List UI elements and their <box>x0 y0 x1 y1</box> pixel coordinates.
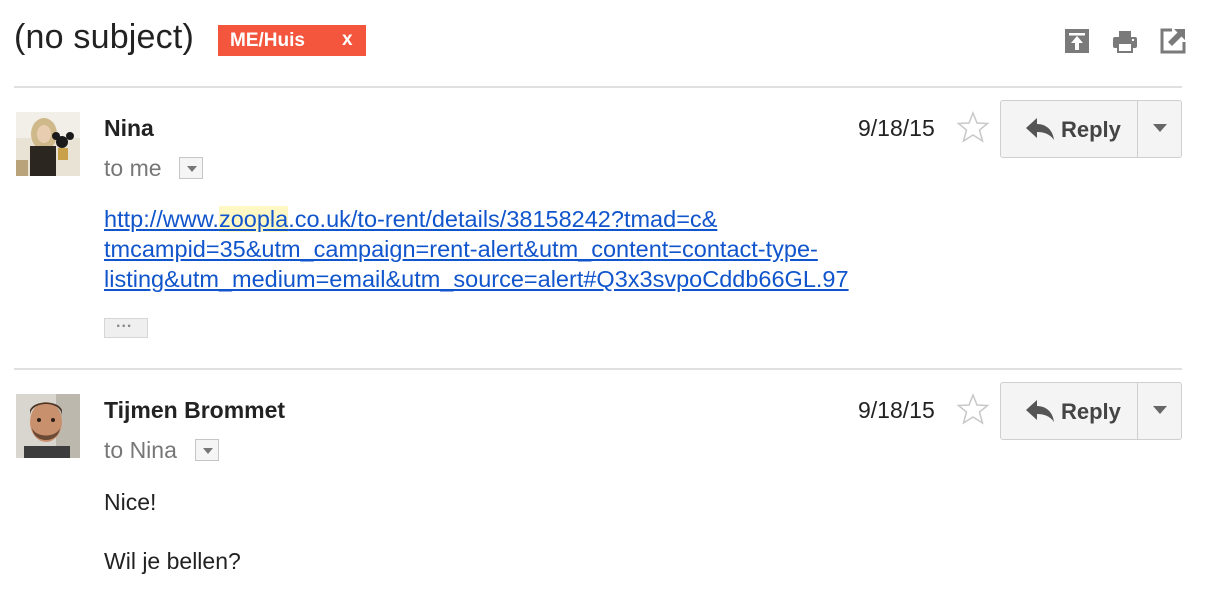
recipient-details-toggle[interactable] <box>179 157 203 179</box>
message-date: 9/18/15 <box>858 397 935 423</box>
link-line-3: listing&utm_medium=email&utm_source=aler… <box>104 266 849 292</box>
more-actions-dropdown[interactable] <box>1138 383 1181 439</box>
label-chip-text: ME/Huis <box>230 30 305 51</box>
sender-name: Tijmen Brommet <box>104 397 286 423</box>
avatar <box>16 112 80 176</box>
print-icon[interactable] <box>1112 28 1138 54</box>
thread-header: (no subject) ME/Huis x <box>0 0 1228 88</box>
star-icon[interactable] <box>956 110 990 144</box>
recipient-details-toggle[interactable] <box>195 439 219 461</box>
message-tijmen: Tijmen Brommet to Nina 9/18/15 Reply Nic… <box>0 370 1228 598</box>
reply-arrow-icon <box>1026 118 1054 140</box>
message-nina: Nina to me 9/18/15 Reply http://www.zoop… <box>0 88 1228 368</box>
reply-arrow-icon <box>1026 400 1054 422</box>
message-body-line: Wil je bellen? <box>104 548 241 574</box>
message-body-line: Nice! <box>104 489 157 515</box>
message-date: 9/18/15 <box>858 115 935 141</box>
link-line-2: tmcampid=35&utm_campaign=rent-alert&utm_… <box>104 236 818 262</box>
show-trimmed-content-button[interactable]: ... <box>104 314 148 338</box>
reply-button-group: Reply <box>1000 100 1182 158</box>
sender-name: Nina <box>104 115 154 141</box>
new-window-icon[interactable] <box>1160 28 1186 54</box>
thread-subject: (no subject) <box>14 18 195 56</box>
remove-label-button[interactable]: x <box>342 29 353 51</box>
redaction <box>160 114 480 146</box>
more-actions-dropdown[interactable] <box>1138 101 1181 157</box>
reply-label: Reply <box>1061 399 1121 424</box>
label-chip[interactable]: ME/Huis x <box>218 25 366 56</box>
message-link[interactable]: http://www.zoopla.co.uk/to-rent/details/… <box>104 204 849 294</box>
reply-label: Reply <box>1061 117 1121 142</box>
recipient-line: to Nina <box>104 437 177 463</box>
reply-button-group: Reply <box>1000 382 1182 440</box>
reply-button[interactable]: Reply <box>1001 101 1138 157</box>
reply-button[interactable]: Reply <box>1001 383 1138 439</box>
avatar <box>16 394 80 458</box>
star-icon[interactable] <box>956 392 990 426</box>
archive-up-icon[interactable] <box>1064 28 1090 54</box>
link-line-1: http://www.zoopla.co.uk/to-rent/details/… <box>104 206 718 232</box>
recipient-line: to me <box>104 155 162 181</box>
